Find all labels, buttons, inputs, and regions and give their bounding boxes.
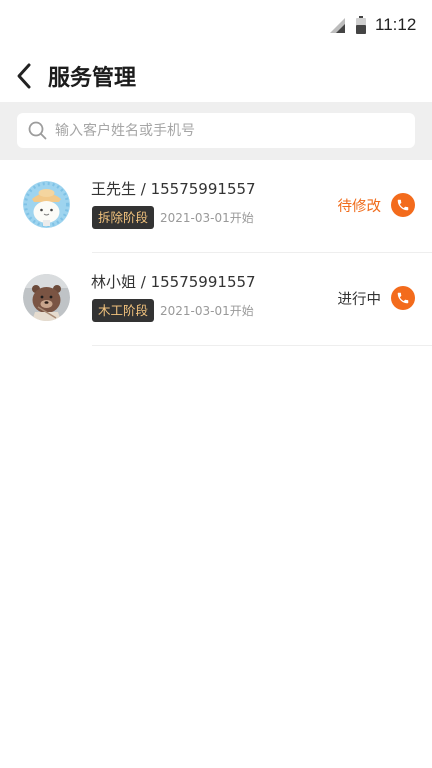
app-header: 服务管理 [0,52,432,102]
customer-name-phone: 王先生 / 15575991557 [91,180,256,198]
status-text: 进行中 [337,292,382,308]
divider [92,345,432,346]
call-button[interactable] [391,193,415,217]
list-item[interactable]: 王先生 / 15575991557 拆除阶段 2021-03-01开始 待修改 [0,160,432,253]
stage-badge: 木工阶段 [92,299,155,322]
avatar [23,181,70,228]
search-icon [28,121,47,140]
customer-name-phone: 林小姐 / 15575991557 [91,273,256,291]
cartoon-cat-avatar [23,181,70,228]
chevron-left-icon[interactable] [14,62,36,90]
stage-badge: 拆除阶段 [92,206,155,229]
avatar [23,274,70,321]
search-band [0,102,432,160]
start-date: 2021-03-01开始 [160,211,254,225]
phone-icon [397,292,409,304]
search-box[interactable] [17,113,415,148]
status-text: 待修改 [337,199,382,215]
cartoon-bear-avatar [23,274,70,321]
phone-icon [397,199,409,211]
call-button[interactable] [391,286,415,310]
list-item[interactable]: 林小姐 / 15575991557 木工阶段 2021-03-01开始 进行中 [0,253,432,346]
status-bar: 11:12 [0,0,432,52]
clock: 11:12 [375,15,417,34]
battery-icon [356,16,366,34]
start-date: 2021-03-01开始 [160,304,254,318]
signal-icon [330,18,345,33]
customer-list: 王先生 / 15575991557 拆除阶段 2021-03-01开始 待修改 [0,160,432,346]
page-title: 服务管理 [48,66,137,91]
search-input[interactable] [55,113,405,148]
